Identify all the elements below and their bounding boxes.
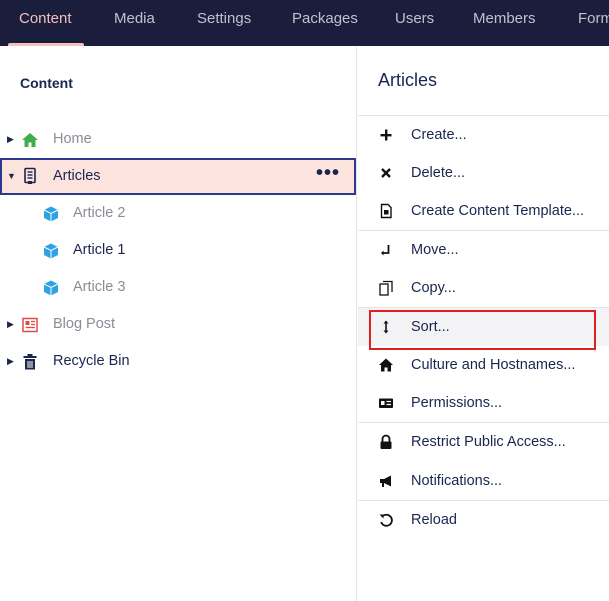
node-options-button[interactable]: ••• [316, 160, 340, 191]
tree-node-label: Recycle Bin [53, 353, 130, 369]
action-label: Restrict Public Access... [411, 434, 566, 450]
tree-node-label: Blog Post [53, 316, 116, 332]
tab-members[interactable]: Members [473, 0, 536, 46]
action-copy[interactable]: Copy... [358, 269, 609, 307]
action-label: Culture and Hostnames... [411, 357, 576, 373]
tree-node-articles[interactable]: ▼ Articles ••• [0, 158, 356, 195]
tree-node-label: Article 1 [73, 242, 126, 258]
trash-icon [21, 353, 39, 371]
tree-node-article-1[interactable]: Article 1 [0, 233, 357, 268]
action-move[interactable]: Move... [358, 231, 609, 269]
home-icon [21, 131, 39, 149]
cube-icon [42, 242, 60, 260]
actions-panel-title: Articles [378, 70, 438, 90]
copy-icon [378, 280, 394, 296]
expand-caret-icon[interactable]: ▶ [7, 344, 14, 379]
tab-label: Forms [578, 10, 609, 27]
tab-media[interactable]: Media [114, 0, 155, 46]
action-notifications[interactable]: Notifications... [358, 462, 609, 500]
tab-settings[interactable]: Settings [197, 0, 251, 46]
action-label: Create... [411, 127, 467, 143]
action-create[interactable]: Create... [358, 116, 609, 154]
cube-icon [42, 279, 60, 297]
action-label: Reload [411, 512, 457, 528]
tab-label: Settings [197, 10, 252, 27]
tab-label: Packages [292, 10, 358, 27]
document-list-icon [21, 167, 39, 185]
megaphone-icon [378, 473, 394, 489]
cube-icon [42, 205, 60, 223]
action-create-content-template[interactable]: Create Content Template... [358, 192, 609, 230]
tab-label: Content [19, 10, 72, 27]
action-label: Move... [411, 242, 459, 258]
tab-packages[interactable]: Packages [292, 0, 358, 46]
template-icon [378, 203, 394, 219]
tree-node-home[interactable]: ▶ Home [0, 122, 357, 157]
content-tree-panel: Content ▶ Home ▼ Articles ••• Article 2 … [0, 46, 357, 601]
expand-caret-icon[interactable]: ▶ [7, 122, 14, 157]
plus-icon [378, 127, 394, 143]
action-label: Copy... [411, 280, 456, 296]
expand-caret-icon[interactable]: ▶ [7, 307, 14, 342]
tab-label: Members [473, 10, 536, 27]
id-card-icon [378, 395, 394, 411]
reload-icon [378, 512, 394, 528]
action-label: Permissions... [411, 395, 503, 411]
action-permissions[interactable]: Permissions... [358, 384, 609, 422]
action-label: Create Content Template... [411, 203, 585, 219]
action-culture-and-hostnames[interactable]: Culture and Hostnames... [358, 346, 609, 384]
highlight-box [369, 310, 596, 350]
action-label: Notifications... [411, 473, 503, 489]
tree-node-recycle-bin[interactable]: ▶ Recycle Bin [0, 344, 357, 379]
tree-node-article-3[interactable]: Article 3 [0, 270, 357, 305]
move-icon [378, 242, 394, 258]
action-reload[interactable]: Reload [358, 501, 609, 539]
collapse-caret-icon[interactable]: ▼ [7, 160, 16, 193]
x-icon [378, 165, 394, 181]
tree-title: Content [20, 75, 73, 91]
tab-label: Users [395, 10, 435, 27]
tab-users[interactable]: Users [395, 0, 434, 46]
action-label: Delete... [411, 165, 465, 181]
tree-node-label: Articles [53, 168, 101, 184]
tree-node-blog-post[interactable]: ▶ Blog Post [0, 307, 357, 342]
tree-node-label: Article 2 [73, 205, 126, 221]
tree-node-article-2[interactable]: Article 2 [0, 196, 357, 231]
tree-node-label: Home [53, 131, 92, 147]
tab-forms[interactable]: Forms [578, 0, 609, 46]
action-delete[interactable]: Delete... [358, 154, 609, 192]
top-navigation: Content Media Settings Packages Users Me… [0, 0, 609, 46]
tab-label: Media [114, 10, 155, 27]
tree-node-label: Article 3 [73, 279, 126, 295]
lock-icon [378, 434, 394, 450]
tab-content[interactable]: Content [8, 0, 84, 46]
home-icon [378, 357, 394, 373]
action-restrict-public-access[interactable]: Restrict Public Access... [358, 423, 609, 461]
newspaper-icon [21, 316, 39, 334]
